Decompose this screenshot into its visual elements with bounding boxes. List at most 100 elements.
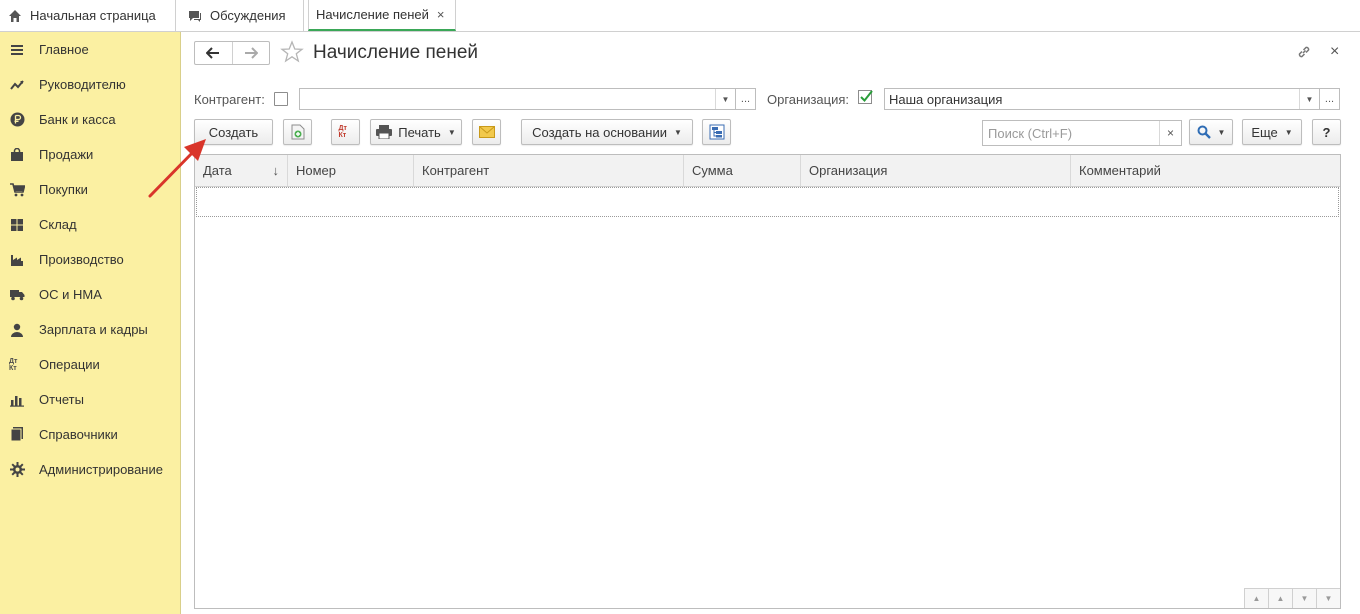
- tab-home-label: Начальная страница: [30, 8, 156, 23]
- back-button[interactable]: [195, 42, 233, 64]
- sidebar-item-label: Продажи: [39, 147, 94, 162]
- sidebar-item-label: Покупки: [39, 182, 88, 197]
- sidebar-item-catalogs[interactable]: Справочники: [0, 417, 180, 452]
- column-header-date[interactable]: Дата ↓: [195, 155, 288, 186]
- counterparty-field[interactable]: ▼: [299, 88, 736, 110]
- arrow-left-icon: [206, 47, 220, 59]
- tab-bar: Начальная страница Обсуждения Начисление…: [0, 0, 1360, 32]
- sidebar-item-admin[interactable]: Администрирование: [0, 452, 180, 487]
- sidebar-item-warehouse[interactable]: Склад: [0, 207, 180, 242]
- tab-penalties[interactable]: Начисление пеней ×: [308, 0, 456, 31]
- truck-icon: [9, 287, 25, 303]
- organization-label: Организация:: [767, 92, 850, 107]
- sidebar-item-assets[interactable]: ОС и НМА: [0, 277, 180, 312]
- tab-discussions-label: Обсуждения: [210, 8, 286, 23]
- organization-field[interactable]: Наша организация ▼: [884, 88, 1320, 110]
- table-header: Дата ↓ Номер Контрагент Сумма Организаци…: [195, 155, 1340, 187]
- sidebar-item-label: Склад: [39, 217, 77, 232]
- sidebar-item-label: Зарплата и кадры: [39, 322, 148, 337]
- bag-icon: [9, 147, 25, 163]
- sidebar-item-label: Операции: [39, 357, 100, 372]
- cart-icon: [9, 182, 25, 198]
- printer-icon: [376, 125, 393, 139]
- search-clear-button[interactable]: ×: [1159, 121, 1181, 145]
- create-button[interactable]: Создать: [194, 119, 273, 145]
- tab-discussions[interactable]: Обсуждения: [176, 0, 304, 31]
- tab-penalties-label: Начисление пеней: [316, 7, 429, 22]
- factory-icon: [9, 252, 25, 268]
- search-box: ×: [982, 120, 1182, 146]
- column-header-label: Организация: [809, 163, 888, 178]
- scroll-bottom-button[interactable]: ▼: [1316, 588, 1340, 608]
- person-icon: [9, 322, 25, 338]
- sidebar-item-label: Производство: [39, 252, 124, 267]
- more-label: Еще: [1251, 124, 1278, 140]
- organization-dropdown-button[interactable]: ▼: [1299, 89, 1319, 109]
- search-icon: [1197, 125, 1211, 139]
- dt-kt-icon: Дт Кт: [9, 357, 25, 373]
- hierarchy-icon: [709, 124, 724, 140]
- documents-table[interactable]: Дата ↓ Номер Контрагент Сумма Организаци…: [194, 154, 1341, 609]
- sidebar-item-salary[interactable]: Зарплата и кадры: [0, 312, 180, 347]
- dt-kt-icon-text: Дт Кт: [9, 357, 18, 372]
- tab-home[interactable]: Начальная страница: [0, 0, 176, 31]
- sidebar-item-label: Банк и касса: [39, 112, 116, 127]
- counterparty-checkbox[interactable]: [274, 92, 288, 106]
- organization-value: Наша организация: [889, 92, 1003, 107]
- more-button[interactable]: Еще ▼: [1242, 119, 1302, 145]
- email-button[interactable]: [472, 119, 501, 145]
- column-header-label: Сумма: [692, 163, 733, 178]
- sidebar-item-label: Справочники: [39, 427, 118, 442]
- trend-icon: [9, 77, 25, 93]
- gear-icon: [9, 462, 25, 478]
- sidebar-item-reports[interactable]: Отчеты: [0, 382, 180, 417]
- sidebar-item-production[interactable]: Производство: [0, 242, 180, 277]
- favorite-star-icon[interactable]: [280, 40, 304, 67]
- search-options-button[interactable]: ▼: [1189, 119, 1233, 145]
- column-header-counterparty[interactable]: Контрагент: [414, 155, 684, 186]
- sidebar-item-bank[interactable]: Банк и касса: [0, 102, 180, 137]
- dt-kt-icon: Дт Кт: [338, 125, 347, 139]
- sidebar-item-label: Администрирование: [39, 462, 163, 477]
- help-button[interactable]: ?: [1312, 119, 1341, 145]
- column-header-comment[interactable]: Комментарий: [1071, 155, 1340, 186]
- sidebar-item-main[interactable]: Главное: [0, 32, 180, 67]
- counterparty-dropdown-button[interactable]: ▼: [715, 89, 735, 109]
- column-header-label: Комментарий: [1079, 163, 1161, 178]
- print-button[interactable]: Печать ▼: [370, 119, 462, 145]
- sidebar: Главное Руководителю Банк и касса Продаж…: [0, 32, 181, 614]
- counterparty-select-button[interactable]: ...: [735, 88, 756, 110]
- scroll-top-button[interactable]: ▲: [1244, 588, 1268, 608]
- bar-chart-icon: [9, 392, 25, 408]
- sidebar-item-operations[interactable]: Дт Кт Операции: [0, 347, 180, 382]
- column-header-organization[interactable]: Организация: [801, 155, 1071, 186]
- link-icon[interactable]: [1296, 44, 1312, 63]
- warehouse-icon: [9, 217, 25, 233]
- organization-checkbox[interactable]: [858, 89, 874, 105]
- sidebar-item-label: ОС и НМА: [39, 287, 102, 302]
- create-based-on-button[interactable]: Создать на основании ▼: [521, 119, 693, 145]
- column-header-amount[interactable]: Сумма: [684, 155, 801, 186]
- page-title: Начисление пеней: [313, 42, 479, 63]
- structure-button[interactable]: [702, 119, 731, 145]
- table-row-empty[interactable]: [196, 187, 1339, 217]
- column-header-number[interactable]: Номер: [288, 155, 414, 186]
- sidebar-item-manager[interactable]: Руководителю: [0, 67, 180, 102]
- home-icon: [6, 7, 24, 25]
- scroll-up-button[interactable]: ▲: [1268, 588, 1292, 608]
- tab-close-icon[interactable]: ×: [437, 7, 445, 22]
- sidebar-item-label: Руководителю: [39, 77, 126, 92]
- close-icon[interactable]: ×: [1330, 43, 1339, 61]
- sidebar-item-sales[interactable]: Продажи: [0, 137, 180, 172]
- dt-kt-button[interactable]: Дт Кт: [331, 119, 360, 145]
- sidebar-item-purchases[interactable]: Покупки: [0, 172, 180, 207]
- table-navigation: ▲ ▲ ▼ ▼: [1244, 588, 1340, 608]
- search-input[interactable]: [983, 121, 1153, 145]
- forward-button[interactable]: [233, 42, 270, 64]
- organization-select-button[interactable]: ...: [1319, 88, 1340, 110]
- scroll-down-button[interactable]: ▼: [1292, 588, 1316, 608]
- print-label: Печать: [398, 124, 441, 140]
- copy-button[interactable]: [283, 119, 312, 145]
- column-header-label: Дата: [203, 163, 232, 178]
- sort-desc-icon: ↓: [272, 163, 280, 178]
